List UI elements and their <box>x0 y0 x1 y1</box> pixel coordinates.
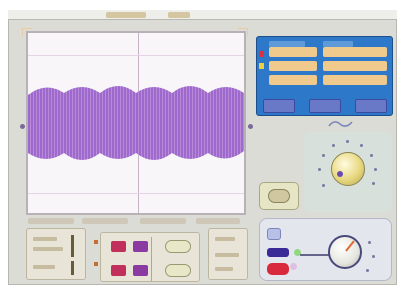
readout-cell <box>269 75 317 85</box>
timebase-knob-panel <box>304 132 392 212</box>
control-label <box>33 265 55 269</box>
knob-scale-tick <box>372 255 375 258</box>
control-label <box>33 247 63 251</box>
toggle-pill[interactable] <box>165 264 191 277</box>
control-label <box>215 267 233 271</box>
readout-header <box>269 41 305 47</box>
knob-scale-tick <box>346 140 349 143</box>
trigger-marker-left[interactable] <box>20 124 25 129</box>
knob-indicator <box>337 171 343 177</box>
toggle-icon <box>268 189 290 203</box>
channel-button-group <box>100 232 200 282</box>
channel-red-button[interactable] <box>111 241 126 252</box>
vertical-control-group <box>26 228 86 280</box>
toolbar-tab[interactable] <box>168 12 190 18</box>
control-tab[interactable] <box>140 218 186 224</box>
slider-handle[interactable] <box>71 235 74 257</box>
knob-scale-tick <box>322 154 325 157</box>
toggle-pill[interactable] <box>165 240 191 253</box>
indicator-dot <box>94 262 98 266</box>
channel-red-button[interactable] <box>111 265 126 276</box>
readout-cell <box>269 47 317 57</box>
oscilloscope-screen <box>26 31 246 215</box>
connector-line <box>300 254 330 256</box>
trigger-control-group <box>208 228 248 280</box>
channel-control-panel <box>259 218 392 281</box>
readout-button[interactable] <box>355 99 387 113</box>
channel-purple-button[interactable] <box>133 241 148 252</box>
status-led <box>290 263 297 270</box>
measurement-readout-panel <box>256 36 393 116</box>
knob-scale-tick <box>368 241 371 244</box>
knob-scale-tick <box>374 168 377 171</box>
control-tab[interactable] <box>28 218 74 224</box>
knob-scale-tick <box>360 144 363 147</box>
channel-button[interactable] <box>267 248 289 257</box>
knob-pointer <box>345 240 355 252</box>
screen-corner <box>238 28 248 36</box>
channel-purple-button[interactable] <box>133 265 148 276</box>
control-label <box>215 253 239 257</box>
readout-button[interactable] <box>263 99 295 113</box>
control-tab[interactable] <box>82 218 128 224</box>
toggle-button[interactable] <box>259 182 299 210</box>
brand-logo <box>328 121 353 127</box>
slider-handle[interactable] <box>71 261 74 275</box>
control-tab[interactable] <box>196 218 240 224</box>
screen-corner <box>22 28 32 36</box>
readout-cell <box>323 47 387 57</box>
readout-header <box>323 41 353 47</box>
knob-scale-tick <box>370 154 373 157</box>
readout-cell <box>269 61 317 71</box>
knob-scale-tick <box>322 184 325 187</box>
knob-scale-tick <box>318 168 321 171</box>
knob-scale-tick <box>366 269 369 272</box>
divider <box>151 237 152 281</box>
channel-color-swatch <box>259 51 264 57</box>
channel-button[interactable] <box>267 228 281 240</box>
channel-color-swatch <box>259 63 264 69</box>
indicator-dot <box>94 240 98 244</box>
knob-scale-tick <box>372 182 375 185</box>
channel-button[interactable] <box>267 263 289 275</box>
trigger-marker-right[interactable] <box>248 124 253 129</box>
control-label <box>33 237 57 241</box>
readout-cell <box>323 75 387 85</box>
rotary-knob-icon[interactable] <box>331 152 365 186</box>
readout-button[interactable] <box>309 99 341 113</box>
knob-scale-tick <box>332 144 335 147</box>
waveform-trace <box>28 86 244 160</box>
control-label <box>215 237 235 241</box>
toolbar-tab[interactable] <box>106 12 146 18</box>
readout-cell <box>323 61 387 71</box>
